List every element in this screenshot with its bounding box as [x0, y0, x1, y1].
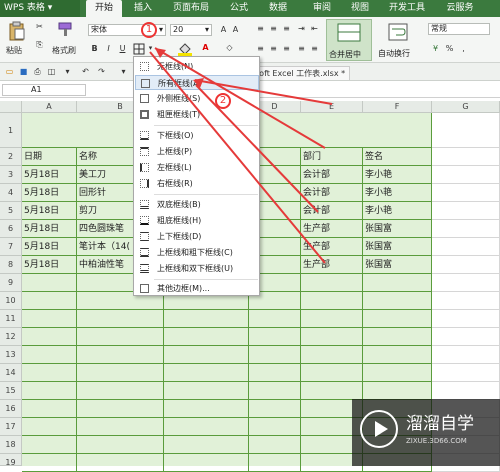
arrow-to-all-borders: [195, 84, 319, 213]
arrow-to-all-borders: [194, 79, 333, 105]
arrow-to-border-button: [149, 51, 326, 264]
play-triangle-icon: [375, 421, 388, 437]
watermark-subtitle: ZIXUE.3D66.COM: [406, 437, 467, 445]
play-logo-icon: [360, 410, 398, 448]
tutorial-arrows: [149, 47, 333, 264]
watermark: 溜溜自学 ZIXUE.3D66.COM: [352, 399, 500, 466]
watermark-title: 溜溜自学: [406, 414, 474, 434]
